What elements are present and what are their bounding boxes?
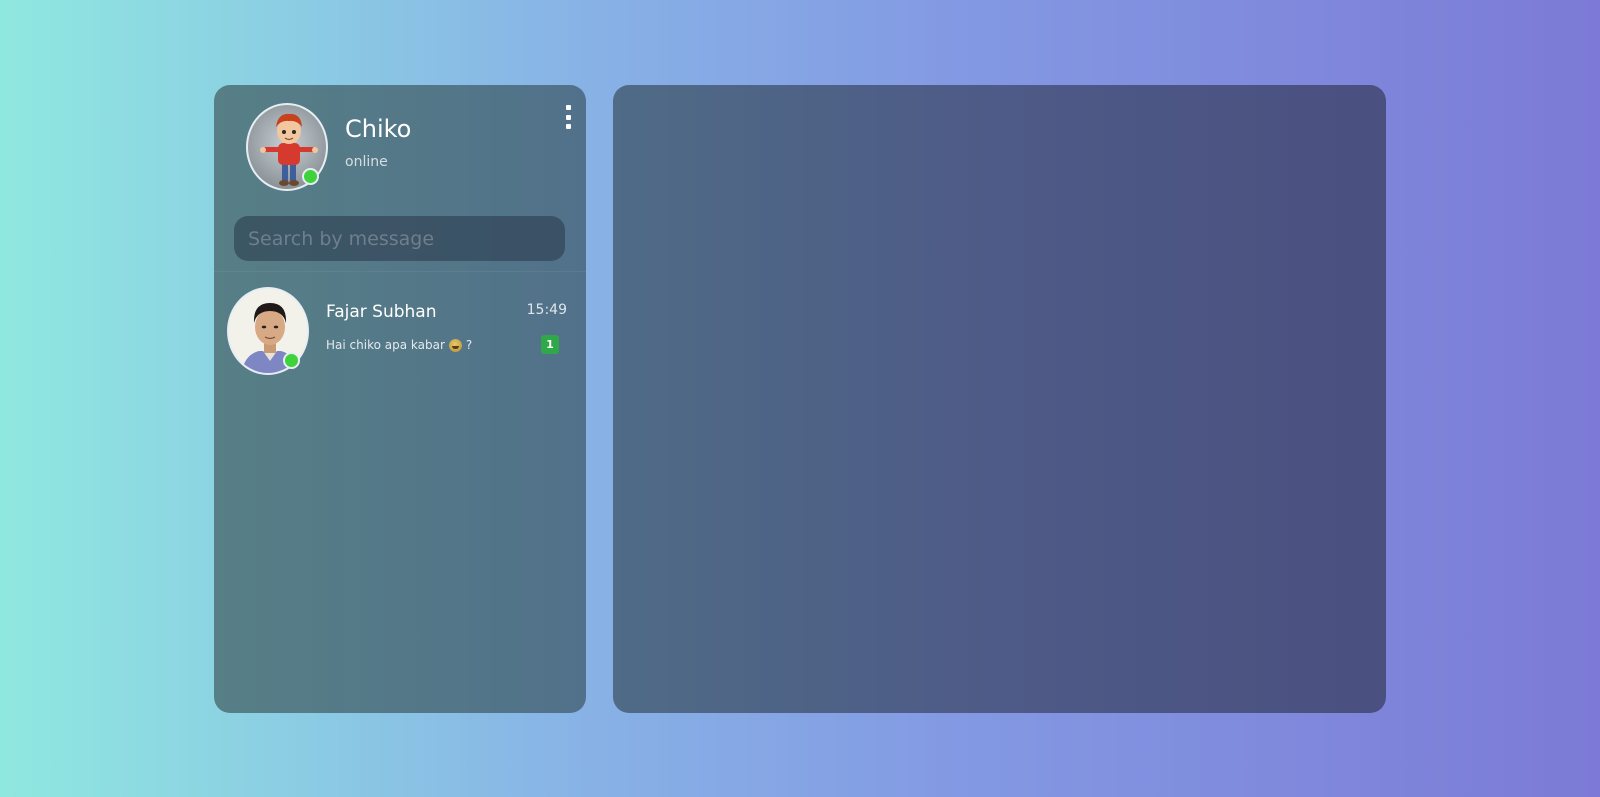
profile-name: Chiko [345, 115, 412, 143]
divider [214, 271, 586, 272]
grinning-face-icon [448, 338, 462, 352]
message-time: 15:49 [526, 302, 567, 318]
search-input[interactable] [234, 216, 565, 261]
last-message-text: Hai chiko apa kabar [326, 338, 445, 352]
profile-status: online [345, 154, 388, 170]
kebab-menu-icon[interactable] [563, 105, 573, 129]
unread-count-badge: 1 [541, 335, 559, 354]
chat-sidebar: Chiko online Search by message Fajar Sub… [214, 85, 586, 713]
menu-dot [565, 105, 571, 110]
contact-name: Fajar Subhan [326, 302, 437, 322]
last-message-suffix: ? [465, 338, 473, 352]
menu-dot [565, 124, 571, 129]
chat-conversation-panel [613, 85, 1386, 713]
contact-online-indicator [283, 352, 300, 369]
last-message-preview: Hai chiko apa kabar ? [326, 338, 472, 352]
menu-dot [565, 114, 571, 120]
profile-online-indicator [302, 168, 319, 185]
chat-list-item[interactable]: Fajar Subhan 15:49 Hai chiko apa kabar ?… [214, 280, 586, 378]
